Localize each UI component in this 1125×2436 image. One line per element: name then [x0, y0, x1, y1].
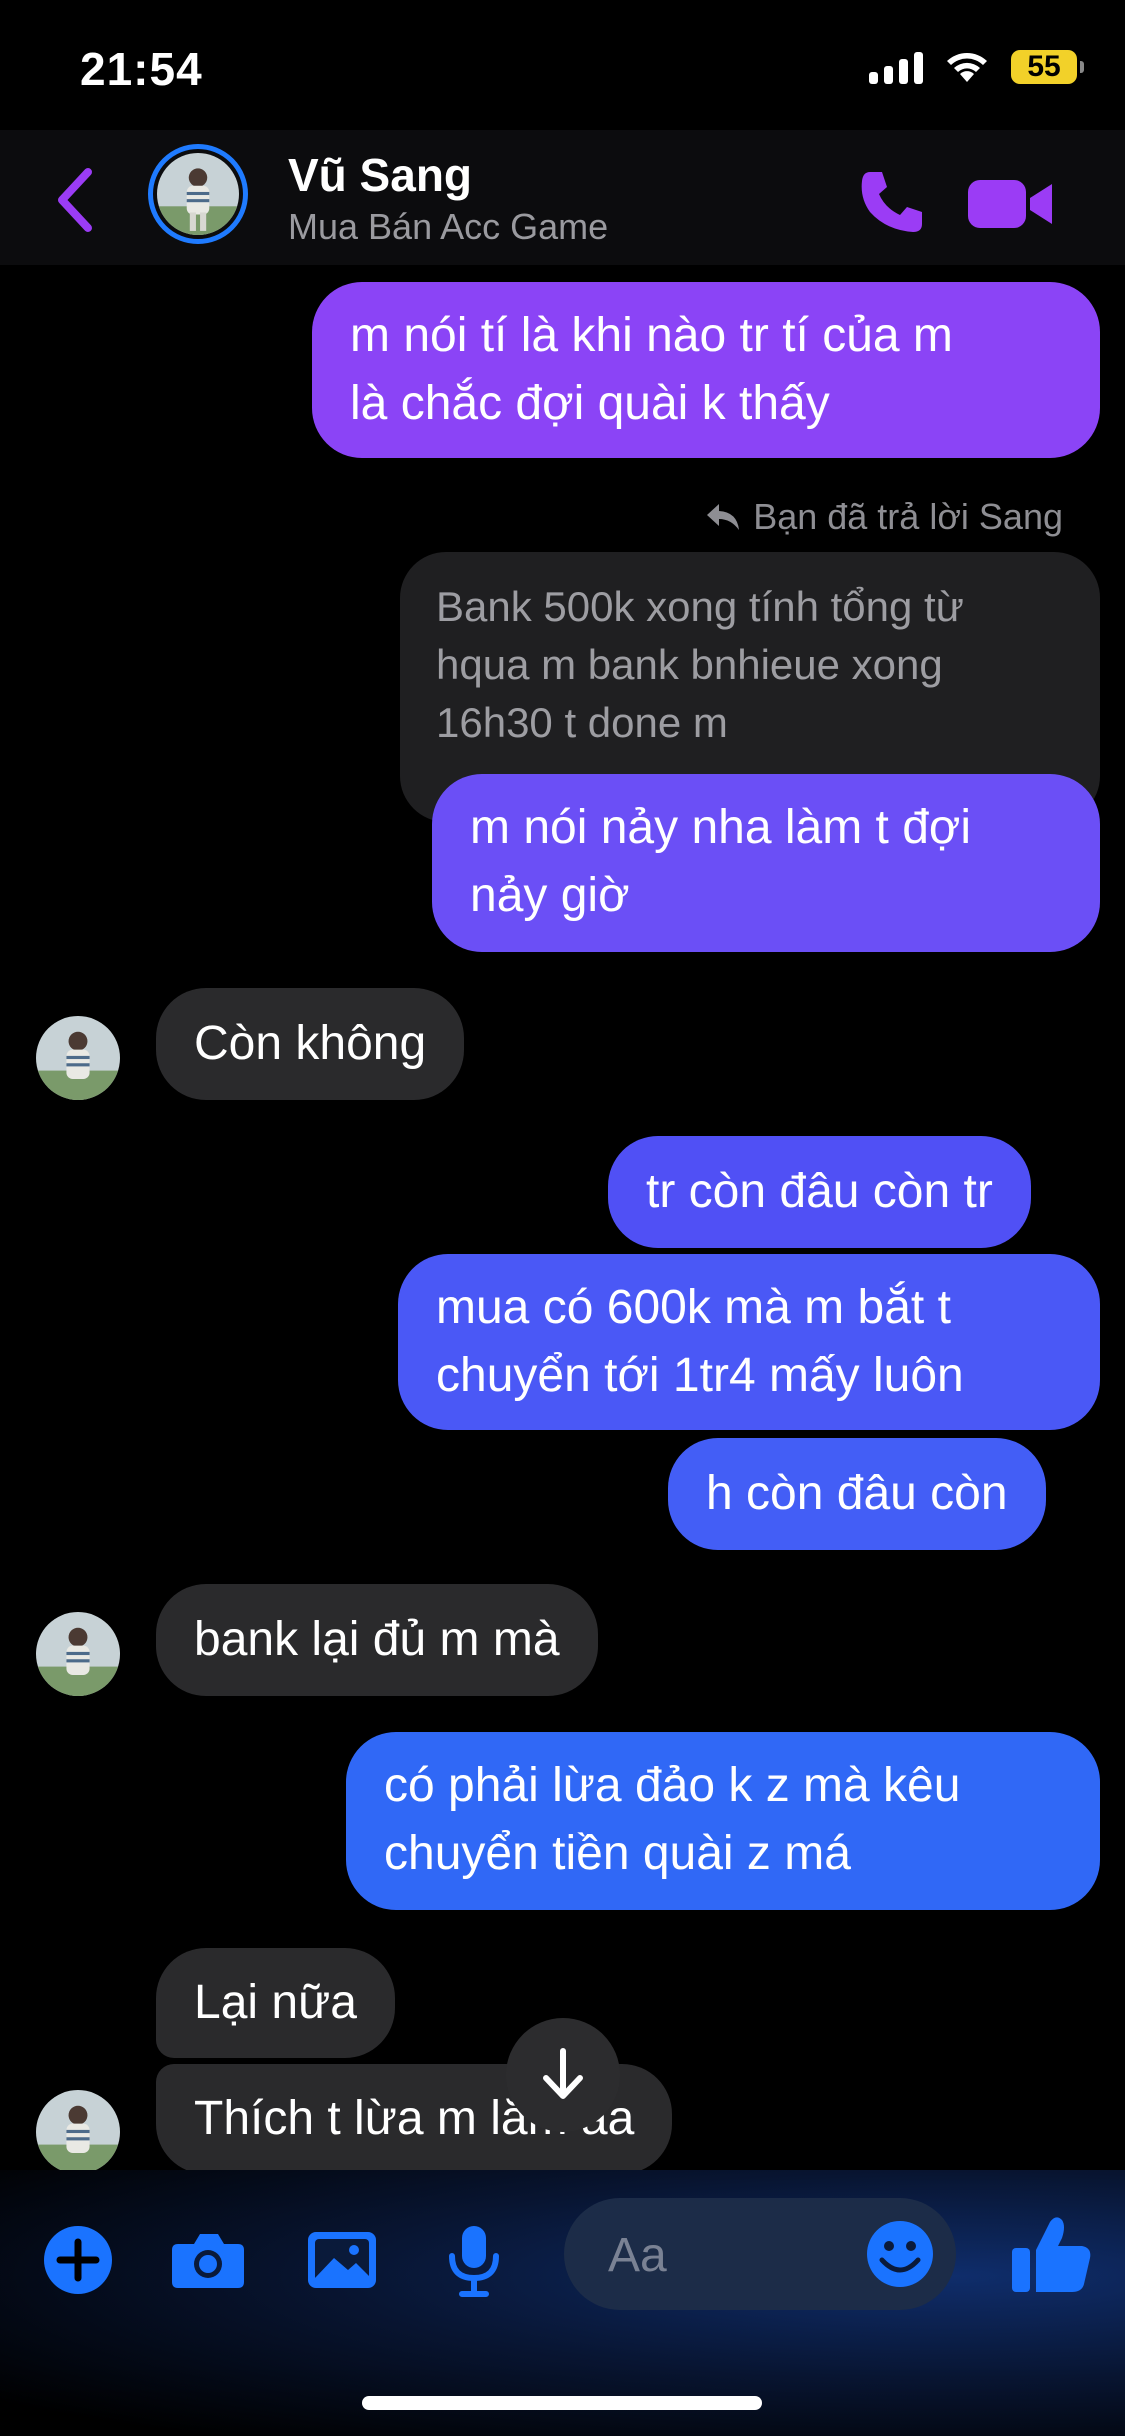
message-outgoing[interactable]: m nói tí là khi nào tr tí của m là chắc … [312, 282, 1100, 458]
emoji-icon[interactable] [862, 2216, 938, 2292]
signal-icon [869, 50, 923, 84]
home-indicator [362, 2396, 762, 2410]
message-outgoing[interactable]: h còn đâu còn [668, 1438, 1046, 1550]
message-incoming[interactable]: bank lại đủ m mà [156, 1584, 598, 1696]
scroll-to-bottom-button[interactable] [506, 2018, 620, 2132]
contact-subtitle: Mua Bán Acc Game [288, 206, 609, 247]
message-outgoing[interactable]: tr còn đâu còn tr [608, 1136, 1031, 1248]
message-input[interactable]: Aa [564, 2198, 956, 2310]
video-camera-icon[interactable] [966, 172, 1054, 236]
message-outgoing[interactable]: mua có 600k mà m bắt t chuyển tới 1tr4 m… [398, 1254, 1100, 1430]
message-text-line: m nói tí là khi nào tr tí của m [350, 309, 953, 362]
composer-bar: Aa [0, 2170, 1125, 2436]
status-bar: 21:54 55 [0, 0, 1125, 130]
status-time: 21:54 [80, 43, 203, 95]
contact-name[interactable]: Vũ Sang [288, 148, 472, 202]
phone-icon[interactable] [856, 166, 928, 238]
message-text-line: mua có 600k mà m bắt t [436, 1281, 951, 1334]
message-text-line: là chắc đợi quài k thấy [350, 377, 830, 430]
avatar[interactable] [36, 1612, 120, 1696]
message-incoming[interactable]: Lại nữa [156, 1948, 395, 2058]
contact-avatar[interactable] [148, 144, 248, 244]
message-text: bank lại đủ m mà [194, 1613, 560, 1666]
quoted-text-line: Bank 500k xong tính tổng từ [436, 583, 964, 630]
back-chevron-icon[interactable] [46, 160, 106, 240]
image-icon[interactable] [302, 2220, 382, 2300]
wifi-icon [947, 53, 987, 82]
message-outgoing[interactable]: có phải lừa đảo k z mà kêu chuyển tiền q… [346, 1732, 1100, 1910]
avatar[interactable] [36, 2090, 120, 2174]
message-incoming[interactable]: Còn không [156, 988, 465, 1100]
message-text-line: m nói nảy nha làm t đợi [470, 801, 972, 854]
message-input-placeholder: Aa [608, 2229, 667, 2282]
message-text: h còn đâu còn [706, 1467, 1008, 1520]
avatar [157, 153, 239, 235]
camera-icon[interactable] [168, 2220, 248, 2300]
quoted-text-line: 16h30 t done m [436, 699, 728, 746]
reply-label-text: Bạn đã trả lời Sang [753, 496, 1063, 537]
message-text-line: có phải lừa đảo k z mà kêu [384, 1759, 961, 1812]
message-outgoing[interactable]: m nói nảy nha làm t đợi nảy giờ [432, 774, 1100, 952]
chat-header: Vũ Sang Mua Bán Acc Game [0, 130, 1125, 265]
message-text: Lại nữa [194, 1976, 357, 2029]
microphone-icon[interactable] [434, 2220, 514, 2300]
quoted-text-line: hqua m bank bnhieue xong [436, 641, 943, 688]
message-text: tr còn đâu còn tr [646, 1165, 993, 1218]
reply-label: Bạn đã trả lời Sang [705, 496, 1063, 538]
status-icons: 55 [869, 50, 1084, 84]
message-text: Còn không [194, 1017, 427, 1070]
thumbs-up-icon[interactable] [1006, 2210, 1096, 2300]
message-text-line: chuyển tới 1tr4 mấy luôn [436, 1349, 964, 1402]
reply-arrow-icon [707, 504, 740, 530]
plus-circle-icon[interactable] [38, 2220, 118, 2300]
avatar[interactable] [36, 1016, 120, 1100]
arrow-down-icon [543, 2048, 583, 2099]
message-text-line: nảy giờ [470, 869, 630, 922]
battery-icon: 55 [1011, 50, 1084, 84]
message-text-line: chuyển tiền quài z má [384, 1827, 851, 1880]
